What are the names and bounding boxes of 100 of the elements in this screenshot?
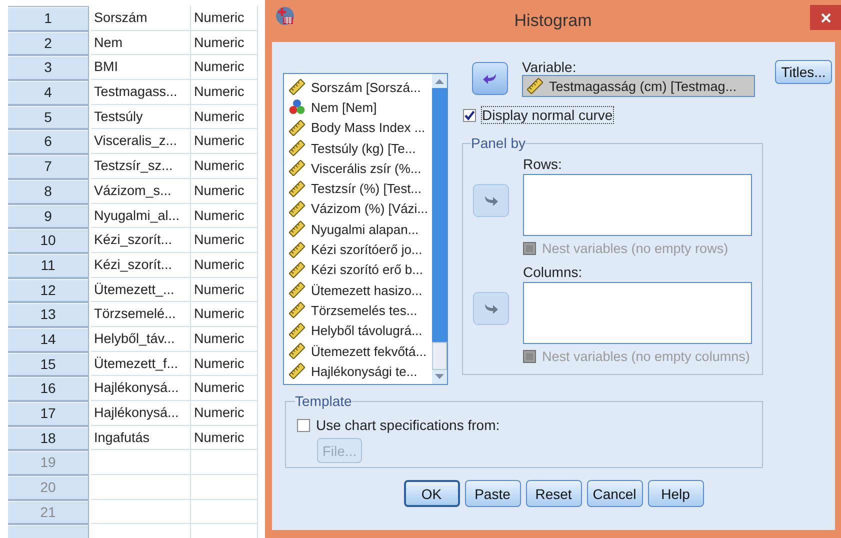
table-cell: Numeric <box>191 178 258 204</box>
dialog-button[interactable]: OK <box>404 480 460 507</box>
group-title: Template <box>295 393 352 409</box>
table-cell: Nem <box>91 30 191 56</box>
variable-field[interactable]: Testmagasság (cm) [Testmag... <box>522 75 755 97</box>
chart-app-icon <box>275 6 295 26</box>
field-label: Columns: <box>523 265 584 280</box>
list-item[interactable]: Vázizom (%) [Vázi... <box>311 201 428 216</box>
row-number[interactable]: 9 <box>8 204 89 228</box>
list-item[interactable]: Viscerális zsír (%... <box>311 160 422 176</box>
drop-field[interactable] <box>523 174 752 236</box>
table-cell <box>191 500 258 524</box>
ruler-icon <box>527 78 543 94</box>
row-number[interactable]: 15 <box>8 352 89 376</box>
checkbox[interactable] <box>297 418 310 432</box>
row-number[interactable]: 10 <box>8 228 89 253</box>
table-cell: Numeric <box>191 55 258 80</box>
row-number[interactable]: 4 <box>8 80 89 105</box>
list-item[interactable]: Body Mass Index ... <box>311 120 426 136</box>
row-number[interactable]: 6 <box>8 129 89 154</box>
table-cell <box>191 475 258 500</box>
list-item[interactable]: Kézi szorító erő b... <box>311 262 423 278</box>
list-item[interactable]: Törzsemelés tes... <box>311 302 418 318</box>
row-number[interactable]: 16 <box>8 376 89 401</box>
table-cell: Visceralis_z... <box>91 129 191 154</box>
table-cell: Ütemezett_... <box>91 278 191 302</box>
scrollbar[interactable] <box>432 74 447 384</box>
row-number[interactable]: 11 <box>8 252 89 278</box>
list-item[interactable]: Sorszám [Sorszá... <box>311 80 421 95</box>
table-cell: Numeric <box>191 104 258 130</box>
row-number[interactable]: 1 <box>8 6 89 31</box>
field-label: Variable: <box>522 60 578 75</box>
table-cell: Helyből_táv... <box>91 326 191 352</box>
list-item[interactable]: Hajlékonysági te... <box>311 364 418 379</box>
table-cell <box>191 450 258 476</box>
table-cell: Numeric <box>191 6 258 31</box>
row-number[interactable]: 17 <box>8 401 89 426</box>
table-cell: Numeric <box>191 278 258 302</box>
list-item[interactable]: Nem [Nem] <box>311 100 377 115</box>
dialog-button[interactable]: Help <box>648 480 704 507</box>
checkbox-label: Use chart specifications from: <box>316 417 500 433</box>
list-item[interactable]: Ütemezett hasizo... <box>311 282 422 298</box>
titles-button[interactable]: Titles... <box>775 60 832 84</box>
list-item[interactable]: Kézi szorítóerő jo... <box>311 242 422 258</box>
curved-arrow-icon <box>483 302 499 316</box>
checkbox[interactable] <box>463 108 476 122</box>
row-number[interactable]: 2 <box>8 30 89 56</box>
close-icon <box>820 12 830 22</box>
variable-list[interactable] <box>283 73 448 385</box>
table-cell: Numeric <box>191 204 258 228</box>
table-cell: Numeric <box>191 352 258 376</box>
row-number[interactable]: 18 <box>8 426 89 450</box>
dialog-button[interactable]: Cancel <box>586 480 642 507</box>
row-number[interactable]: 3 <box>8 55 89 80</box>
dialog-button[interactable]: Reset <box>526 480 582 507</box>
row-number[interactable]: 5 <box>8 104 89 130</box>
row-number[interactable]: 13 <box>8 302 89 327</box>
table-cell: Ingafutás <box>91 426 191 450</box>
table-cell: Numeric <box>191 30 258 56</box>
table-cell: Hajlékonysá... <box>91 401 191 426</box>
three-balls-icon <box>289 99 305 116</box>
table-cell: Testmagass... <box>91 80 191 105</box>
field-label: Rows: <box>523 157 563 172</box>
table-cell: Numeric <box>191 154 258 179</box>
table-cell: Numeric <box>191 302 258 327</box>
table-cell: Törzsemelé... <box>91 302 191 327</box>
list-item[interactable]: Ütemezett fekvőtá... <box>311 344 427 358</box>
table-cell: Hajlékonysá... <box>91 376 191 401</box>
table-cell: Ütemezett_f... <box>91 352 191 376</box>
group-title: Panel by <box>471 135 526 151</box>
checkbox-label: Display normal curve <box>482 107 613 123</box>
list-item[interactable]: Helyből távolugrá... <box>311 323 422 338</box>
table-cell: Numeric <box>191 326 258 352</box>
ruler-icon <box>289 343 305 359</box>
table-cell: Kézi_szorít... <box>91 228 191 253</box>
checkbox-label: Nest variables (no empty rows) <box>542 241 728 256</box>
table-cell: Numeric <box>191 376 258 401</box>
table-cell: Testsúly <box>91 104 191 130</box>
checkbox-label: Nest variables (no empty columns) <box>542 349 750 364</box>
dialog-button[interactable]: Paste <box>464 480 520 507</box>
curved-arrow-icon <box>483 194 499 208</box>
drop-field[interactable] <box>523 282 752 344</box>
row-number[interactable]: 12 <box>8 278 89 302</box>
close-button[interactable] <box>810 5 841 30</box>
list-item[interactable]: Testzsír (%) [Test... <box>311 181 422 196</box>
curved-arrow-icon <box>482 72 498 86</box>
table-cell: Numeric <box>191 129 258 154</box>
table-cell: Kézi_szorít... <box>91 252 191 278</box>
table-cell: Numeric <box>191 426 258 450</box>
table-cell: Numeric <box>191 401 258 426</box>
check-icon <box>464 110 475 120</box>
list-item[interactable]: Testsúly (kg) [Te... <box>311 140 416 156</box>
row-number[interactable]: 14 <box>8 326 89 352</box>
table-cell: Numeric <box>191 252 258 278</box>
list-item[interactable]: Nyugalmi alapan... <box>311 222 419 237</box>
arrow-button[interactable] <box>472 62 508 95</box>
row-number[interactable]: 7 <box>8 154 89 179</box>
table-cell: Numeric <box>191 80 258 105</box>
row-number[interactable]: 8 <box>8 178 89 204</box>
scroll-thumb[interactable] <box>432 342 447 370</box>
